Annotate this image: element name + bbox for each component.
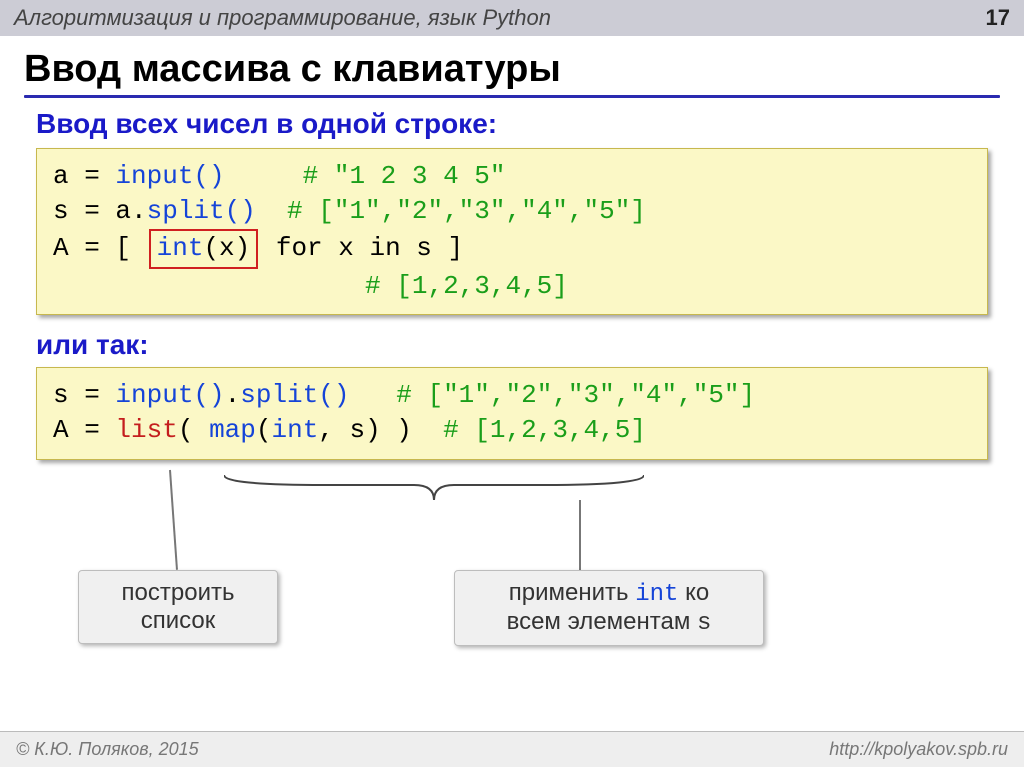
slide-footer: © К.Ю. Поляков, 2015 http://kpolyakov.sp… bbox=[0, 731, 1024, 767]
title-divider bbox=[24, 95, 1000, 98]
code-text: = a. bbox=[69, 196, 147, 226]
code-text: ( bbox=[178, 415, 209, 445]
callout-text: список bbox=[93, 607, 263, 635]
code-text: = bbox=[69, 161, 116, 191]
code-fn: split() bbox=[147, 196, 256, 226]
callout-text: ко bbox=[678, 579, 709, 606]
callout-mono: int bbox=[635, 581, 678, 608]
code-comment: # [1,2,3,4,5] bbox=[53, 271, 568, 301]
slide-title: Ввод массива с клавиатуры bbox=[24, 48, 1000, 91]
footer-url: http://kpolyakov.spb.ru bbox=[829, 739, 1008, 760]
topic-text: Алгоритмизация и программирование, язык … bbox=[14, 5, 551, 31]
callout-apply-int: применить int ко всем элементам s bbox=[454, 570, 764, 646]
callout-text: применить bbox=[509, 579, 635, 606]
or-label: или так: bbox=[36, 329, 988, 361]
code-comment: # ["1","2","3","4","5"] bbox=[256, 196, 646, 226]
code-block-2: s = input().split() # ["1","2","3","4","… bbox=[36, 367, 988, 459]
code-fn: int bbox=[157, 233, 204, 263]
code-list: list bbox=[115, 415, 177, 445]
callout-text: всем элементам s bbox=[469, 608, 749, 637]
code-text: s bbox=[53, 380, 69, 410]
code-text: ( bbox=[256, 415, 272, 445]
code-text: = bbox=[69, 415, 116, 445]
code-comment: # "1 2 3 4 5" bbox=[225, 161, 506, 191]
code-fn: input() bbox=[115, 380, 224, 410]
pointer-line-right bbox=[579, 500, 581, 570]
callout-text: построить bbox=[93, 579, 263, 607]
code-comment: # ["1","2","3","4","5"] bbox=[349, 380, 755, 410]
code-text: A bbox=[53, 415, 69, 445]
code-text: (x) bbox=[203, 233, 250, 263]
code-fn: input() bbox=[115, 161, 224, 191]
code-text: , s) ) bbox=[318, 415, 443, 445]
code-text: = bbox=[69, 380, 116, 410]
brace-icon bbox=[224, 470, 644, 510]
code-block-1: a = input() # "1 2 3 4 5" s = a.split() … bbox=[36, 148, 988, 315]
copyright-text: © К.Ю. Поляков, 2015 bbox=[16, 739, 199, 760]
code-text: . bbox=[225, 380, 241, 410]
code-text: A = [ bbox=[53, 233, 147, 263]
code-fn: int bbox=[271, 415, 318, 445]
code-text: a bbox=[53, 161, 69, 191]
callout-build-list: построить список bbox=[78, 570, 278, 644]
callout-text: всем элементам bbox=[507, 608, 697, 635]
callout-text: применить int ко bbox=[469, 579, 749, 608]
code-fn: map bbox=[209, 415, 256, 445]
code-text: s bbox=[53, 196, 69, 226]
code-comment: # [1,2,3,4,5] bbox=[443, 415, 646, 445]
callout-area: построить список применить int ко всем э… bbox=[24, 470, 1000, 670]
page-number: 17 bbox=[986, 5, 1010, 31]
code-text: for x in s ] bbox=[260, 233, 463, 263]
slide-header: Алгоритмизация и программирование, язык … bbox=[0, 0, 1024, 36]
code-fn: split() bbox=[240, 380, 349, 410]
subheading-1: Ввод всех чисел в одной строке: bbox=[36, 108, 988, 140]
slide-content: Ввод всех чисел в одной строке: a = inpu… bbox=[0, 108, 1024, 670]
framed-intx: int(x) bbox=[149, 229, 259, 269]
pointer-line-left bbox=[169, 469, 178, 569]
callout-mono: s bbox=[697, 610, 711, 637]
